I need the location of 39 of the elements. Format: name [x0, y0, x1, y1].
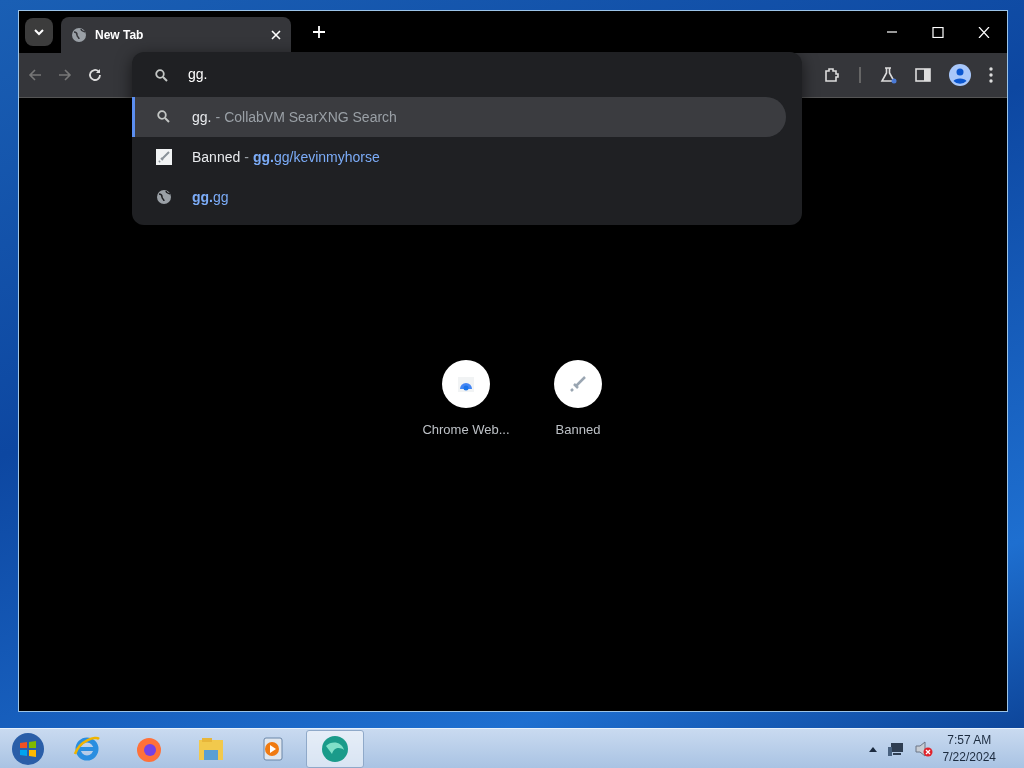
- maximize-icon[interactable]: [932, 26, 944, 38]
- separator-text: -: [244, 147, 249, 167]
- clock-date: 7/22/2024: [942, 748, 996, 765]
- tab[interactable]: New Tab: [61, 17, 291, 53]
- menu-button[interactable]: [989, 67, 993, 83]
- shortcut-label: Banned: [555, 421, 601, 439]
- suggestion-row[interactable]: gg. - CollabVM SearXNG Search: [132, 97, 786, 137]
- shortcut-tile[interactable]: Chrome Web...: [418, 360, 514, 440]
- separator-text: -: [215, 107, 221, 127]
- search-icon: [156, 109, 172, 125]
- network-icon[interactable]: [886, 740, 905, 757]
- reload-button[interactable]: [87, 67, 103, 83]
- taskbar-app[interactable]: [306, 729, 364, 768]
- clock[interactable]: 7:57 AM 7/22/2024: [942, 732, 996, 765]
- suggestion-title: gg.: [192, 107, 212, 127]
- caret-icon[interactable]: [868, 745, 877, 752]
- search-icon: [154, 67, 168, 82]
- suggestion-title: Banned: [192, 147, 241, 167]
- forward-button[interactable]: [57, 67, 73, 83]
- suggestion-row[interactable]: gg.gg: [132, 177, 786, 217]
- suggestion-description: CollabVM SearXNG Search: [224, 107, 397, 127]
- sword-icon: [156, 149, 172, 165]
- caret-icon: [33, 26, 45, 38]
- muted-speaker-icon[interactable]: [914, 740, 933, 757]
- back-button[interactable]: [27, 67, 43, 83]
- close-button[interactable]: [271, 30, 281, 40]
- suggestion-row[interactable]: Banned - gg.gg/kevinmyhorse: [132, 137, 786, 177]
- close-icon[interactable]: [978, 26, 990, 38]
- shortcut-label: Chrome Web...: [422, 421, 510, 439]
- extensions-button[interactable]: [823, 66, 841, 84]
- suggestion-url: gg.gg: [192, 187, 229, 207]
- tab-search-button[interactable]: [25, 18, 53, 46]
- suggestion-url: gg.gg/kevinmyhorse: [252, 147, 380, 167]
- side-panel-button[interactable]: [915, 67, 931, 83]
- flask-icon[interactable]: [879, 66, 897, 84]
- new-tab-button[interactable]: [313, 26, 325, 38]
- profile-button[interactable]: [949, 64, 971, 86]
- clock-time: 7:57 AM: [946, 732, 993, 749]
- shortcut-tile[interactable]: Banned: [530, 360, 626, 440]
